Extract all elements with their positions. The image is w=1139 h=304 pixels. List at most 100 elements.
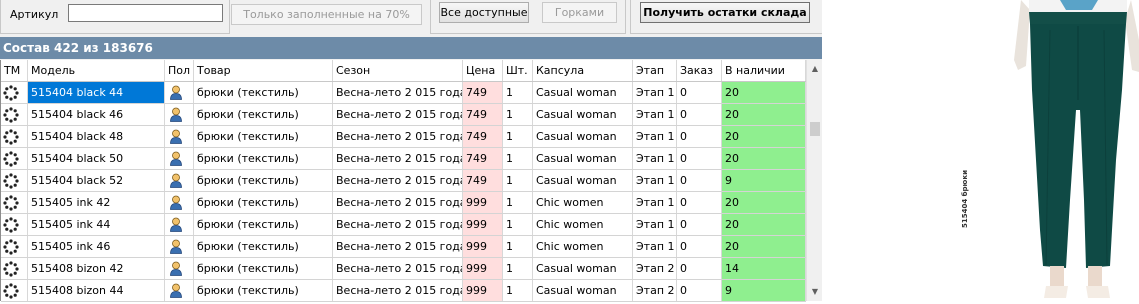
table-row[interactable]: 515405 ink 46 брюки (текстиль) Весна-лето … <box>1 236 806 258</box>
col-price-header[interactable]: Цена <box>463 60 503 81</box>
capsule-cell[interactable]: Chic women <box>533 236 633 257</box>
col-tm-header[interactable]: ТМ <box>1 60 28 81</box>
price-cell[interactable]: 999 <box>463 258 503 279</box>
table-row[interactable]: 515404 black 46 брюки (текстиль) Весна-лет… <box>1 104 806 126</box>
season-cell[interactable]: Весна-лето 2 015 года <box>333 126 463 147</box>
price-cell[interactable]: 999 <box>463 214 503 235</box>
stock-cell[interactable]: 20 <box>722 148 806 169</box>
filled-70-button[interactable]: Только заполненные на 70% <box>231 4 422 25</box>
item-cell[interactable]: брюки (текстиль) <box>194 148 333 169</box>
stock-cell[interactable]: 20 <box>722 236 806 257</box>
stage-cell[interactable]: Этап 1 <box>633 236 677 257</box>
gender-cell[interactable] <box>165 214 194 235</box>
stage-cell[interactable]: Этап 1 <box>633 82 677 103</box>
price-cell[interactable]: 749 <box>463 126 503 147</box>
stage-cell[interactable]: Этап 1 <box>633 148 677 169</box>
stage-cell[interactable]: Этап 1 <box>633 126 677 147</box>
stage-cell[interactable]: Этап 1 <box>633 192 677 213</box>
stock-cell[interactable]: 20 <box>722 214 806 235</box>
season-cell[interactable]: Весна-лето 2 015 года <box>333 104 463 125</box>
tm-cell[interactable] <box>1 192 28 213</box>
capsule-cell[interactable]: Casual woman <box>533 126 633 147</box>
stage-cell[interactable]: Этап 1 <box>633 170 677 191</box>
model-cell[interactable]: 515404 black 52 <box>28 170 165 191</box>
gender-cell[interactable] <box>165 236 194 257</box>
stock-cell[interactable]: 20 <box>722 82 806 103</box>
col-gender-header[interactable]: Пол <box>165 60 194 81</box>
qty-cell[interactable]: 1 <box>503 214 533 235</box>
scrollbar-thumb[interactable] <box>810 122 820 136</box>
price-cell[interactable]: 999 <box>463 280 503 301</box>
table-row[interactable]: 515405 ink 44 брюки (текстиль) Весна-лето … <box>1 214 806 236</box>
table-row[interactable]: 515408 bizon 44 брюки (текстиль) Весна-лет… <box>1 280 806 302</box>
price-cell[interactable]: 749 <box>463 148 503 169</box>
model-cell[interactable]: 515404 black 44 <box>28 82 165 103</box>
tm-cell[interactable] <box>1 258 28 279</box>
gender-cell[interactable] <box>165 170 194 191</box>
col-stock-header[interactable]: В наличии <box>722 60 806 81</box>
scroll-up-arrow-icon[interactable]: ▲ <box>807 61 823 77</box>
order-cell[interactable]: 0 <box>677 104 722 125</box>
tm-cell[interactable] <box>1 82 28 103</box>
price-cell[interactable]: 999 <box>463 192 503 213</box>
qty-cell[interactable]: 1 <box>503 126 533 147</box>
col-capsule-header[interactable]: Капсула <box>533 60 633 81</box>
capsule-cell[interactable]: Casual woman <box>533 82 633 103</box>
capsule-cell[interactable]: Chic women <box>533 214 633 235</box>
gender-cell[interactable] <box>165 82 194 103</box>
item-cell[interactable]: брюки (текстиль) <box>194 192 333 213</box>
season-cell[interactable]: Весна-лето 2 015 года <box>333 82 463 103</box>
item-cell[interactable]: брюки (текстиль) <box>194 214 333 235</box>
table-row[interactable]: 515404 black 52 брюки (текстиль) Весна-лет… <box>1 170 806 192</box>
model-cell[interactable]: 515405 ink 42 <box>28 192 165 213</box>
season-cell[interactable]: Весна-лето 2 015 года <box>333 258 463 279</box>
stock-cell[interactable]: 14 <box>722 258 806 279</box>
price-cell[interactable]: 749 <box>463 104 503 125</box>
table-row[interactable]: 515404 black 50 брюки (текстиль) Весна-лет… <box>1 148 806 170</box>
model-cell[interactable]: 515404 black 46 <box>28 104 165 125</box>
get-stock-button[interactable]: Получить остатки склада <box>640 2 810 23</box>
item-cell[interactable]: брюки (текстиль) <box>194 104 333 125</box>
scroll-down-arrow-icon[interactable]: ▼ <box>807 284 823 300</box>
capsule-cell[interactable]: Casual woman <box>533 148 633 169</box>
gender-cell[interactable] <box>165 192 194 213</box>
qty-cell[interactable]: 1 <box>503 82 533 103</box>
tm-cell[interactable] <box>1 280 28 301</box>
article-input[interactable] <box>68 4 223 22</box>
model-cell[interactable]: 515405 ink 44 <box>28 214 165 235</box>
order-cell[interactable]: 0 <box>677 126 722 147</box>
stock-cell[interactable]: 9 <box>722 170 806 191</box>
items-table[interactable]: ТМ Модель Пол Товар Сезон Цена Шт. Капсула Этап З… <box>0 60 822 302</box>
qty-cell[interactable]: 1 <box>503 170 533 191</box>
tm-cell[interactable] <box>1 104 28 125</box>
table-row[interactable]: 515405 ink 42 брюки (текстиль) Весна-лето … <box>1 192 806 214</box>
tm-cell[interactable] <box>1 214 28 235</box>
item-cell[interactable]: брюки (текстиль) <box>194 258 333 279</box>
model-cell[interactable]: 515408 bizon 44 <box>28 280 165 301</box>
season-cell[interactable]: Весна-лето 2 015 года <box>333 192 463 213</box>
price-cell[interactable]: 749 <box>463 82 503 103</box>
vertical-scrollbar[interactable]: ▲ ▼ <box>806 60 822 301</box>
item-cell[interactable]: брюки (текстиль) <box>194 126 333 147</box>
tm-cell[interactable] <box>1 236 28 257</box>
capsule-cell[interactable]: Chic women <box>533 192 633 213</box>
qty-cell[interactable]: 1 <box>503 236 533 257</box>
qty-cell[interactable]: 1 <box>503 104 533 125</box>
order-cell[interactable]: 0 <box>677 192 722 213</box>
stock-cell[interactable]: 20 <box>722 104 806 125</box>
item-cell[interactable]: брюки (текстиль) <box>194 280 333 301</box>
model-cell[interactable]: 515405 ink 46 <box>28 236 165 257</box>
table-row[interactable]: 515404 black 44 брюки (текстиль) Весна-лет… <box>1 82 806 104</box>
gender-cell[interactable] <box>165 104 194 125</box>
qty-cell[interactable]: 1 <box>503 192 533 213</box>
item-cell[interactable]: брюки (текстиль) <box>194 236 333 257</box>
price-cell[interactable]: 749 <box>463 170 503 191</box>
stock-cell[interactable]: 9 <box>722 280 806 301</box>
qty-cell[interactable]: 1 <box>503 280 533 301</box>
col-item-header[interactable]: Товар <box>194 60 333 81</box>
model-cell[interactable]: 515404 black 50 <box>28 148 165 169</box>
qty-cell[interactable]: 1 <box>503 148 533 169</box>
table-row[interactable]: 515408 bizon 42 брюки (текстиль) Весна-лет… <box>1 258 806 280</box>
stage-cell[interactable]: Этап 2 <box>633 258 677 279</box>
capsule-cell[interactable]: Casual woman <box>533 170 633 191</box>
